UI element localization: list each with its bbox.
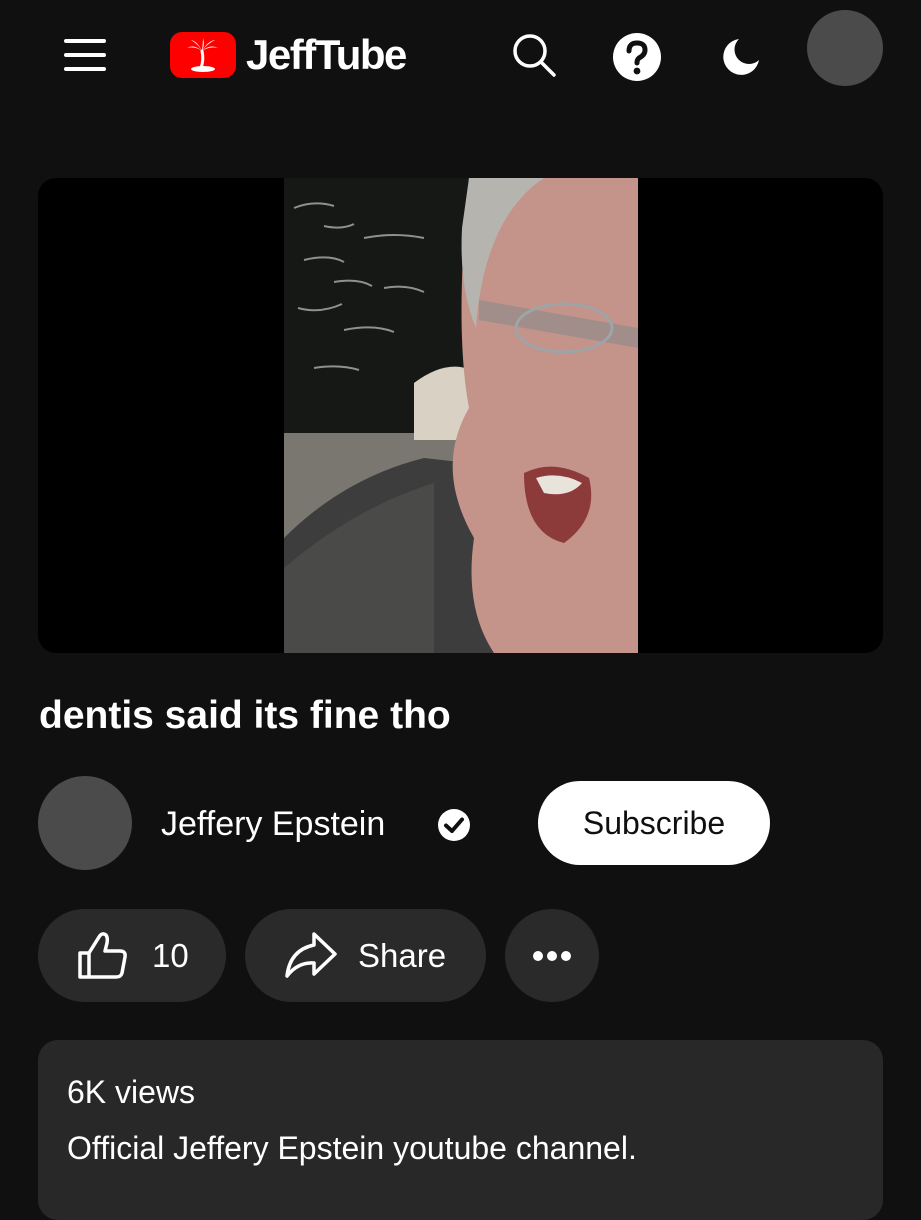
hamburger-menu-icon[interactable] [62,36,108,76]
subscribe-button[interactable]: Subscribe [538,781,770,865]
share-label: Share [358,937,447,974]
share-button[interactable]: Share [245,909,486,1002]
logo[interactable]: JeffTube [170,30,407,80]
view-count: 6K views [67,1074,196,1110]
more-horizontal-icon [533,951,571,961]
search-icon[interactable] [510,32,558,80]
video-title: dentis said its fine tho [39,694,451,737]
channel-avatar[interactable] [38,776,132,870]
logo-text: JeffTube [246,31,407,78]
palm-tree-island-icon [170,32,236,78]
video-frame [284,178,638,653]
more-options-button[interactable] [505,909,599,1002]
verified-check-icon [437,808,471,842]
like-button[interactable]: 10 [38,909,226,1002]
help-circle-icon[interactable] [612,32,661,81]
top-app-bar: JeffTube [0,0,921,112]
thumbs-up-icon [78,932,127,979]
share-arrow-icon [285,932,337,978]
video-player[interactable] [38,178,883,653]
description-text: Official Jeffery Epstein youtube channel… [67,1130,637,1166]
user-avatar[interactable] [807,10,883,86]
moon-icon[interactable] [717,32,765,80]
like-count: 10 [152,937,189,974]
channel-name[interactable]: Jeffery Epstein [161,804,385,844]
description-box[interactable]: 6K views Official Jeffery Epstein youtub… [38,1040,883,1220]
